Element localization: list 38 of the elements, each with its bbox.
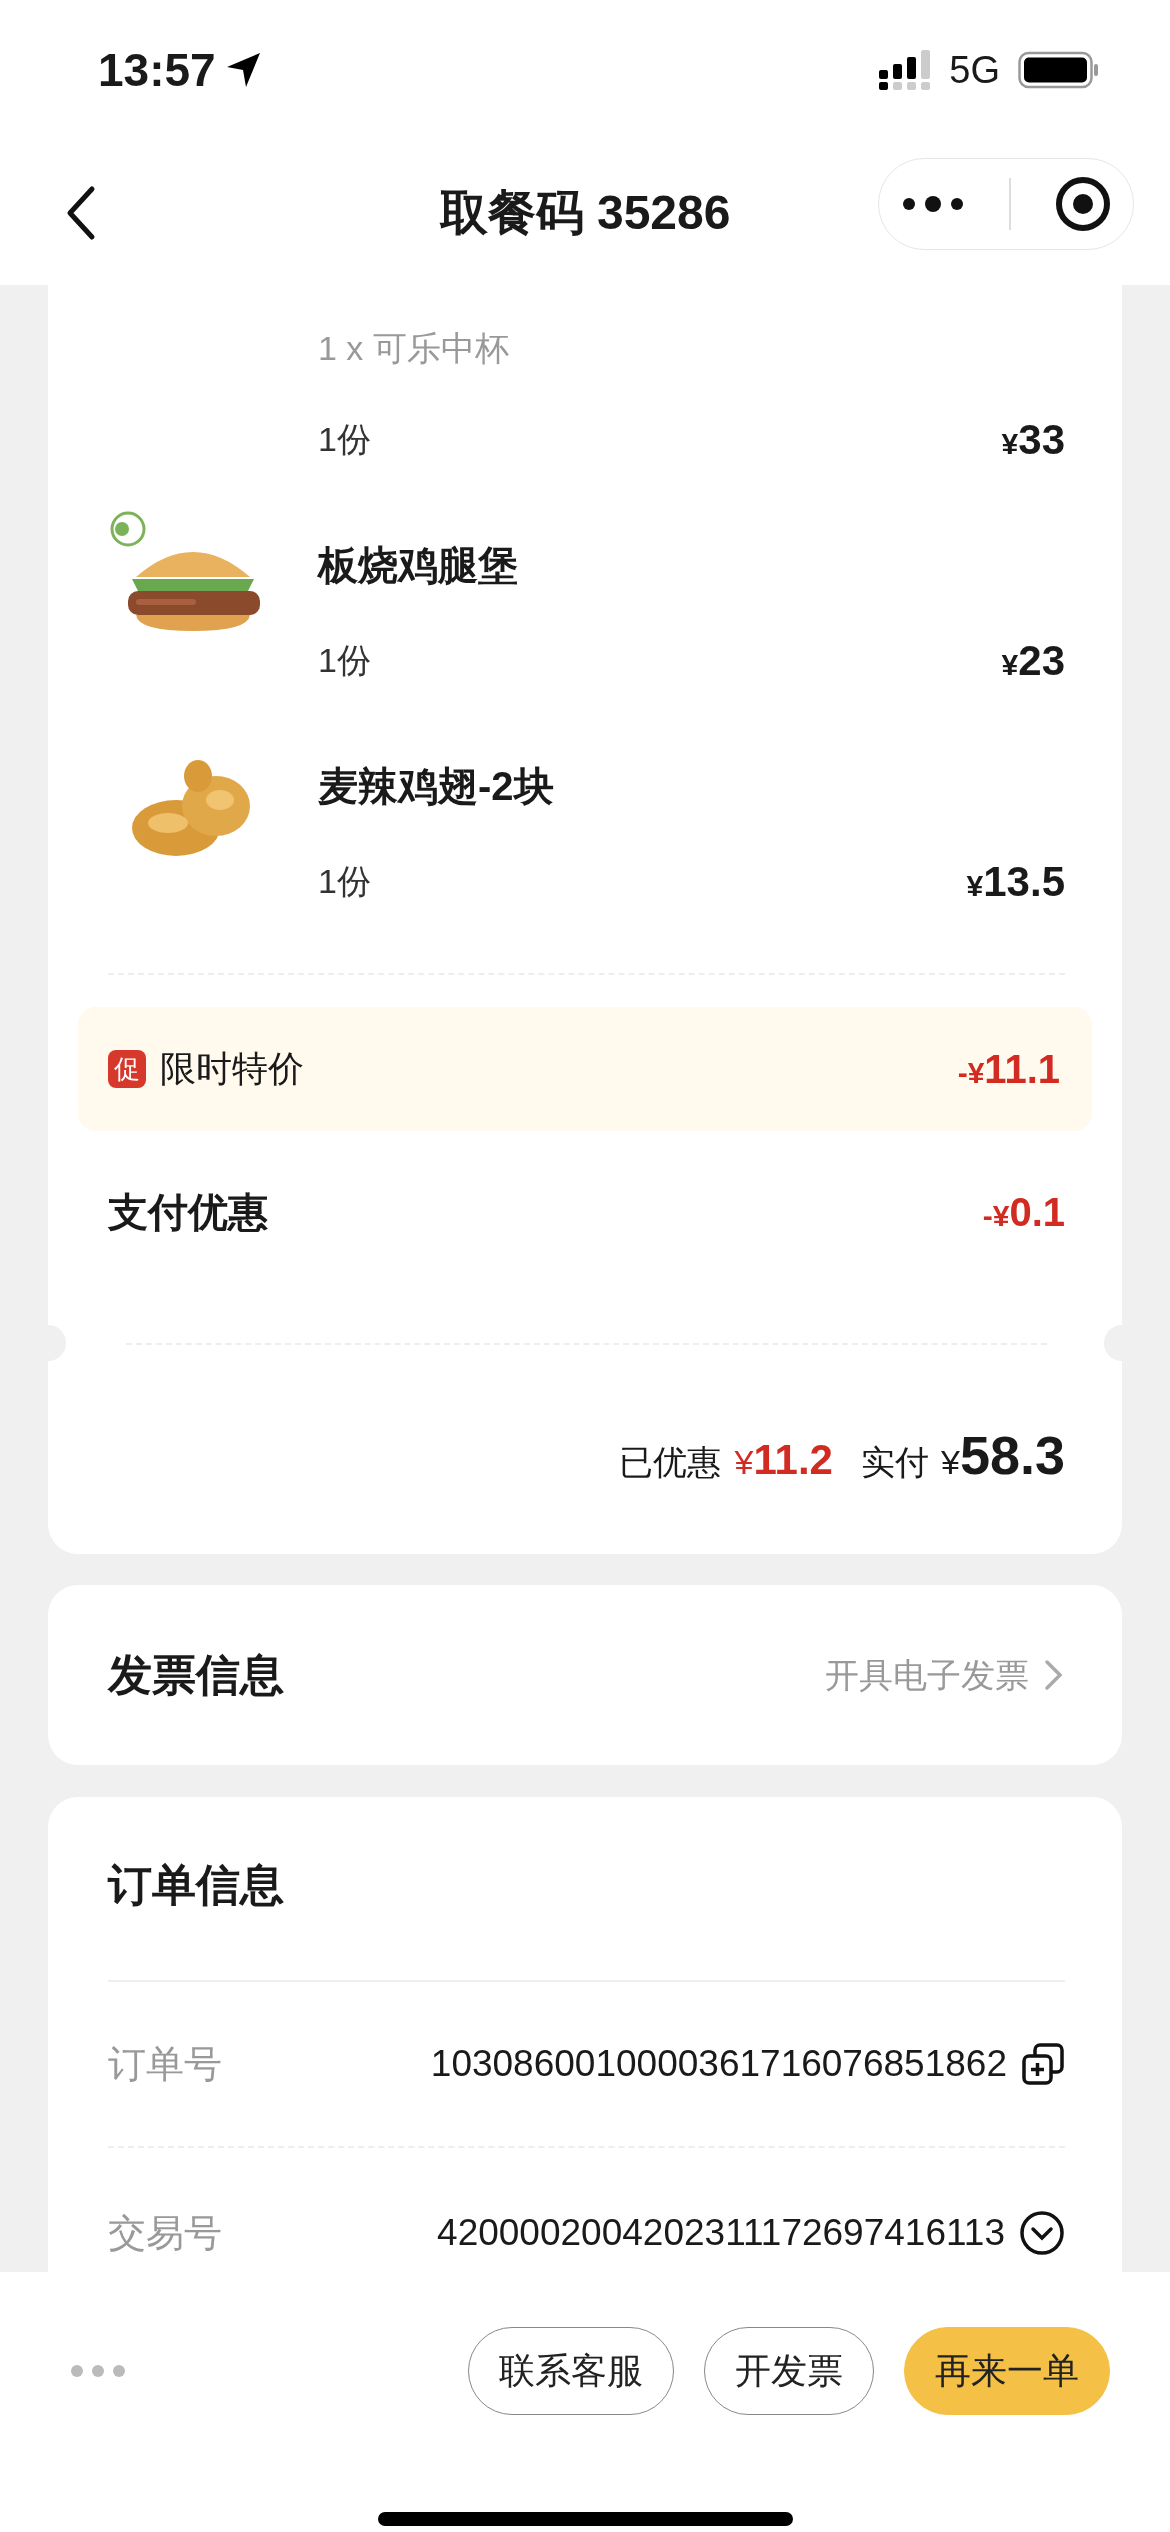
- chevron-right-icon: [1043, 1658, 1065, 1692]
- network-label: 5G: [949, 47, 1000, 93]
- discount-amount: -¥0.1: [982, 1189, 1065, 1236]
- info-label: 交易号: [108, 2210, 222, 2256]
- info-label: 订单号: [108, 2041, 222, 2087]
- battery-icon: [1018, 50, 1100, 90]
- discount-label: 支付优惠: [108, 1189, 268, 1236]
- item-quantity: 1份: [318, 861, 371, 902]
- saved-label: 已优惠: [618, 1442, 721, 1483]
- reorder-button[interactable]: 再来一单: [904, 2327, 1110, 2415]
- item-quantity: 1份: [318, 419, 371, 460]
- copy-icon[interactable]: [1021, 2042, 1065, 2086]
- discount-amount: -¥11.1: [957, 1046, 1060, 1093]
- paid-label: 实付: [860, 1442, 929, 1483]
- item-quantity: 1份: [318, 640, 371, 681]
- combo-sub-item: 1 x 可乐中杯: [318, 328, 510, 369]
- more-icon[interactable]: [901, 194, 966, 214]
- promo-badge: 促: [108, 1050, 146, 1088]
- info-value: 1030860010000361716076851862: [430, 2042, 1007, 2087]
- item-name: 麦辣鸡翅-2块: [318, 763, 555, 810]
- item-name: 板烧鸡腿堡: [318, 542, 519, 589]
- paid-amount: ¥58.3: [940, 1424, 1065, 1487]
- saved-amount: ¥11.2: [734, 1435, 833, 1485]
- signal-icon: [879, 50, 932, 90]
- status-time: 13:57: [98, 42, 216, 98]
- section-title: 订单信息: [108, 1859, 285, 1911]
- expand-chevron-icon[interactable]: [1019, 2210, 1065, 2256]
- item-price: ¥13.5: [966, 857, 1065, 907]
- more-dots-icon[interactable]: [70, 2364, 126, 2378]
- action-button[interactable]: 开发票: [704, 2327, 874, 2415]
- item-price: ¥33: [1001, 415, 1065, 465]
- action-button[interactable]: 联系客服: [468, 2327, 674, 2415]
- info-value: 4200002004202311172697416113: [437, 2211, 1005, 2256]
- page-title: 取餐码 35286: [438, 184, 732, 241]
- section-title: 发票信息: [108, 1649, 284, 1701]
- item-price: ¥23: [1001, 636, 1065, 686]
- promo-label: 限时特价: [160, 1047, 304, 1091]
- close-target-icon[interactable]: [1054, 176, 1111, 232]
